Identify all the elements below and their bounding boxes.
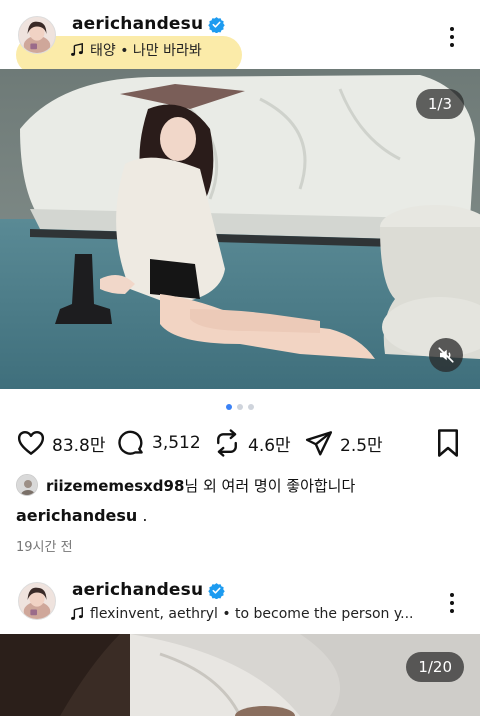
music-row[interactable]: flexinvent, aethryl • to become the pers… — [70, 606, 414, 622]
post-actions: 83.8만 3,512 4.6만 2.5만 — [0, 424, 480, 462]
post-image-1[interactable]: 1/3 — [0, 69, 480, 389]
heart-icon — [17, 430, 45, 455]
carousel-dot — [248, 404, 254, 410]
music-note-icon — [71, 607, 83, 620]
share-icon — [305, 431, 333, 456]
music-note-icon — [71, 43, 83, 56]
repost-icon — [217, 429, 237, 457]
avatar[interactable] — [18, 16, 56, 54]
post-header-2: aerichandesu flexinvent, aethryl • to be… — [0, 572, 480, 642]
liked-by-text: riizememesxd98님 외 여러 명이 좋아합니다 — [46, 475, 355, 496]
image-counter-badge: 1/20 — [406, 652, 464, 682]
avatar[interactable] — [18, 582, 56, 620]
share-count: 2.5만 — [340, 435, 383, 456]
music-title: 태양 • 나만 바라봐 — [90, 43, 202, 59]
photo-illustration — [0, 69, 480, 389]
post-image-2[interactable]: 1/20 — [0, 634, 480, 716]
caption: aerichandesu . — [16, 506, 148, 525]
verified-icon — [208, 16, 226, 33]
repost-count: 4.6만 — [248, 435, 291, 456]
comment-button[interactable]: 3,512 — [116, 424, 201, 462]
music-row[interactable]: 태양 • 나만 바라봐 — [70, 40, 202, 60]
username-row: aerichandesu — [72, 580, 226, 600]
liked-by-suffix: 님 외 여러 명이 좋아합니다 — [184, 476, 356, 495]
liked-by-row[interactable]: riizememesxd98님 외 여러 명이 좋아합니다 — [16, 474, 355, 496]
repost-button[interactable]: 4.6만 — [212, 424, 291, 462]
bookmark-icon[interactable] — [434, 428, 462, 458]
username[interactable]: aerichandesu — [72, 14, 203, 34]
mute-icon[interactable] — [429, 338, 463, 372]
post-header-1: aerichandesu 태양 • 나만 바라봐 — [0, 0, 480, 74]
carousel-indicator — [0, 404, 480, 410]
like-button[interactable]: 83.8만 — [16, 424, 106, 462]
liked-by-username[interactable]: riizememesxd98 — [46, 477, 184, 495]
verified-icon — [208, 582, 226, 599]
music-title: flexinvent, aethryl • to become the pers… — [90, 606, 414, 622]
image-counter-badge: 1/3 — [415, 89, 464, 119]
like-count: 83.8만 — [52, 435, 106, 456]
caption-username[interactable]: aerichandesu — [16, 506, 137, 525]
comment-icon — [118, 430, 143, 455]
carousel-dot — [237, 404, 243, 410]
share-button[interactable]: 2.5만 — [304, 424, 383, 462]
carousel-dot — [226, 404, 232, 410]
more-icon[interactable] — [440, 22, 464, 52]
liked-by-avatar — [16, 474, 38, 496]
caption-text: . — [142, 506, 148, 525]
more-icon[interactable] — [440, 588, 464, 618]
comment-count: 3,512 — [152, 433, 201, 453]
username-row: aerichandesu — [72, 14, 226, 34]
post-timestamp: 19시간 전 — [16, 540, 73, 555]
username[interactable]: aerichandesu — [72, 580, 203, 600]
